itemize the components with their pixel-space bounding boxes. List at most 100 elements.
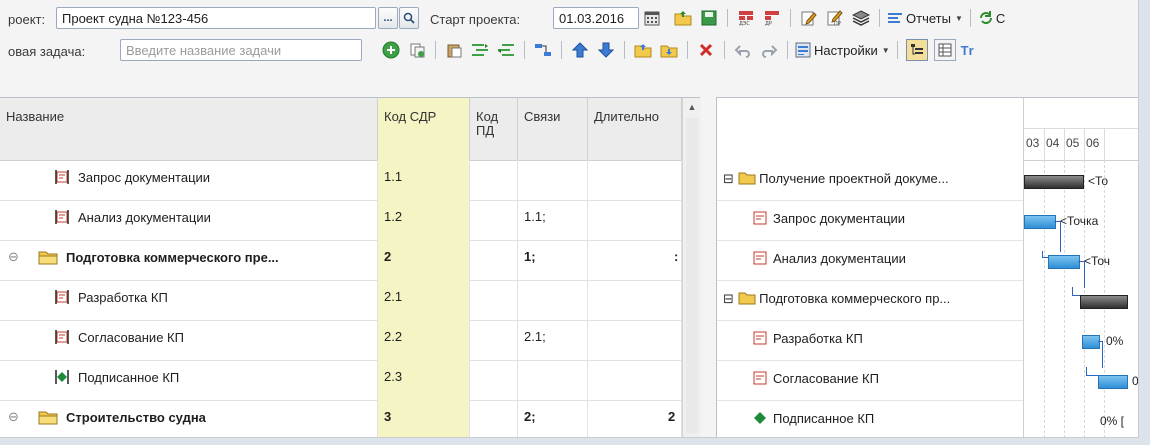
project-field[interactable]: Проект судна №123-456 [56,7,376,29]
link-tasks-icon[interactable] [533,40,553,60]
cell-duration [588,200,682,240]
task-grid: Название Код СДР Код ПД Связи Длительно … [0,97,701,437]
gantt-row[interactable]: Подписанное КП [717,400,1023,437]
folder-down-icon[interactable] [659,40,679,60]
gantt-row[interactable]: Разработка КП [717,320,1023,361]
gantt-row[interactable]: ⊟ Подготовка коммерческого пр... [717,280,1023,321]
reports-menu[interactable]: Отчеты ▼ [887,11,963,26]
paste-icon[interactable] [444,40,464,60]
gantt-row[interactable]: ⊟ Получение проектной докуме... [717,160,1023,201]
toolbar-separator [687,41,688,59]
wbs-icon[interactable]: ДЭС [736,8,756,28]
delete-icon[interactable] [696,40,716,60]
cell-pd [470,400,518,437]
cell-wbs: 2.2 [378,320,470,360]
calendar-button[interactable] [644,10,660,26]
cell-pd [470,320,518,360]
column-header-wbs[interactable]: Код СДР [378,98,470,160]
settings-menu[interactable]: Настройки ▼ [795,42,890,58]
cell-duration [588,360,682,400]
gantt-row[interactable]: Согласование КП [717,360,1023,401]
folder-up-icon[interactable] [633,40,653,60]
cell-pd [470,360,518,400]
task-toolbar: овая задача: Настройки▼ [0,36,1138,66]
settings-icon [795,42,811,58]
task-bar[interactable] [1024,215,1056,229]
cell-pd [470,160,518,200]
toolbar-separator [524,41,525,59]
cell-links: 2; [518,400,588,437]
reports-label: Отчеты [906,10,951,26]
column-header-links[interactable]: Связи [518,98,588,160]
toolbar-separator [969,9,971,27]
cell-links: 1.1; [518,200,588,240]
table-row[interactable]: ⊖ Подготовка коммерческого пре... 2 1; : [0,240,682,281]
gantt-task-list: ⊟ Получение проектной докуме... Запрос д… [717,98,1024,437]
summary-bar[interactable] [1080,295,1128,309]
project-toolbar: роект: Проект судна №123-456 ... Старт п… [0,4,1138,34]
toolbar-separator [561,41,562,59]
table-row[interactable]: Согласование КП 2.2 2.1; [0,320,682,361]
add-icon[interactable] [381,40,401,60]
table-row[interactable]: ⊖ Строительство судна 3 2; 2 [0,400,682,437]
column-header-duration[interactable]: Длительно [588,98,682,160]
schedule-icon[interactable]: ДР [762,8,782,28]
dependency-link [1078,261,1085,288]
grid-vertical-scrollbar[interactable]: ▲ [682,98,701,437]
table-row[interactable]: Анализ документации 1.2 1.1; [0,200,682,241]
edit-icon[interactable] [799,8,819,28]
start-label: Старт проекта: [430,12,521,27]
table-row[interactable]: Разработка КП 2.1 [0,280,682,321]
collapse-icon[interactable]: ⊖ [8,409,19,425]
refresh-label: С [995,10,1006,26]
cell-wbs: 1.2 [378,200,470,240]
task-icon [753,331,767,345]
svg-text:ПР: ПР [834,21,841,26]
task-bar[interactable] [1098,375,1128,389]
chevron-down-icon: ▼ [881,45,890,55]
gantt-row[interactable]: Анализ документации [717,240,1023,281]
timeline-header: 03 04 05 06 [1024,98,1138,161]
collapse-icon[interactable]: ⊖ [8,249,19,265]
cell-wbs: 2.3 [378,360,470,400]
outdent-icon[interactable] [496,40,516,60]
cell-wbs: 2.1 [378,280,470,320]
cell-links: 2.1; [518,320,588,360]
collapse-icon[interactable]: ⊟ [723,291,734,306]
project-search-button[interactable] [399,7,419,29]
cell-name: ⊖ Подготовка коммерческого пре... [0,240,378,280]
project-select-button[interactable]: ... [378,7,398,29]
open-folder-icon[interactable] [673,8,693,28]
refresh-button[interactable]: С [978,10,1005,26]
start-date-field[interactable]: 01.03.2016 [553,7,639,29]
gantt-row[interactable]: Запрос документации [717,200,1023,241]
column-header-pd[interactable]: Код ПД [470,98,518,160]
tree-view-icon[interactable] [905,39,928,61]
cell-pd [470,280,518,320]
summary-bar[interactable] [1024,175,1084,189]
new-task-input[interactable] [120,39,362,61]
reports-icon [888,13,902,23]
folder-icon [38,251,58,265]
cell-name: ⊖ Строительство судна [0,400,378,437]
layers-icon[interactable] [851,8,871,28]
save-icon[interactable] [699,8,719,28]
indent-icon[interactable] [470,40,490,60]
table-row[interactable]: Подписанное КП 2.3 [0,360,682,401]
day-label: 03 [1026,136,1040,150]
task-icon [55,170,69,184]
move-down-icon[interactable] [596,40,616,60]
task-bar[interactable] [1048,255,1080,269]
copy-icon[interactable] [407,40,427,60]
table-row[interactable]: Запрос документации 1.1 [0,160,682,201]
task-toolbar-icons: Настройки ▼ Тr [378,39,976,61]
edit-pr-icon[interactable]: ПР [825,8,845,28]
move-up-icon[interactable] [570,40,590,60]
collapse-icon[interactable]: ⊟ [723,171,734,186]
redo-icon[interactable] [759,40,779,60]
undo-icon[interactable] [733,40,753,60]
scroll-up-arrow-icon[interactable]: ▲ [683,98,701,116]
scroll-track[interactable] [686,118,698,433]
table-view-icon[interactable] [933,39,956,61]
column-header-name[interactable]: Название [0,98,378,160]
